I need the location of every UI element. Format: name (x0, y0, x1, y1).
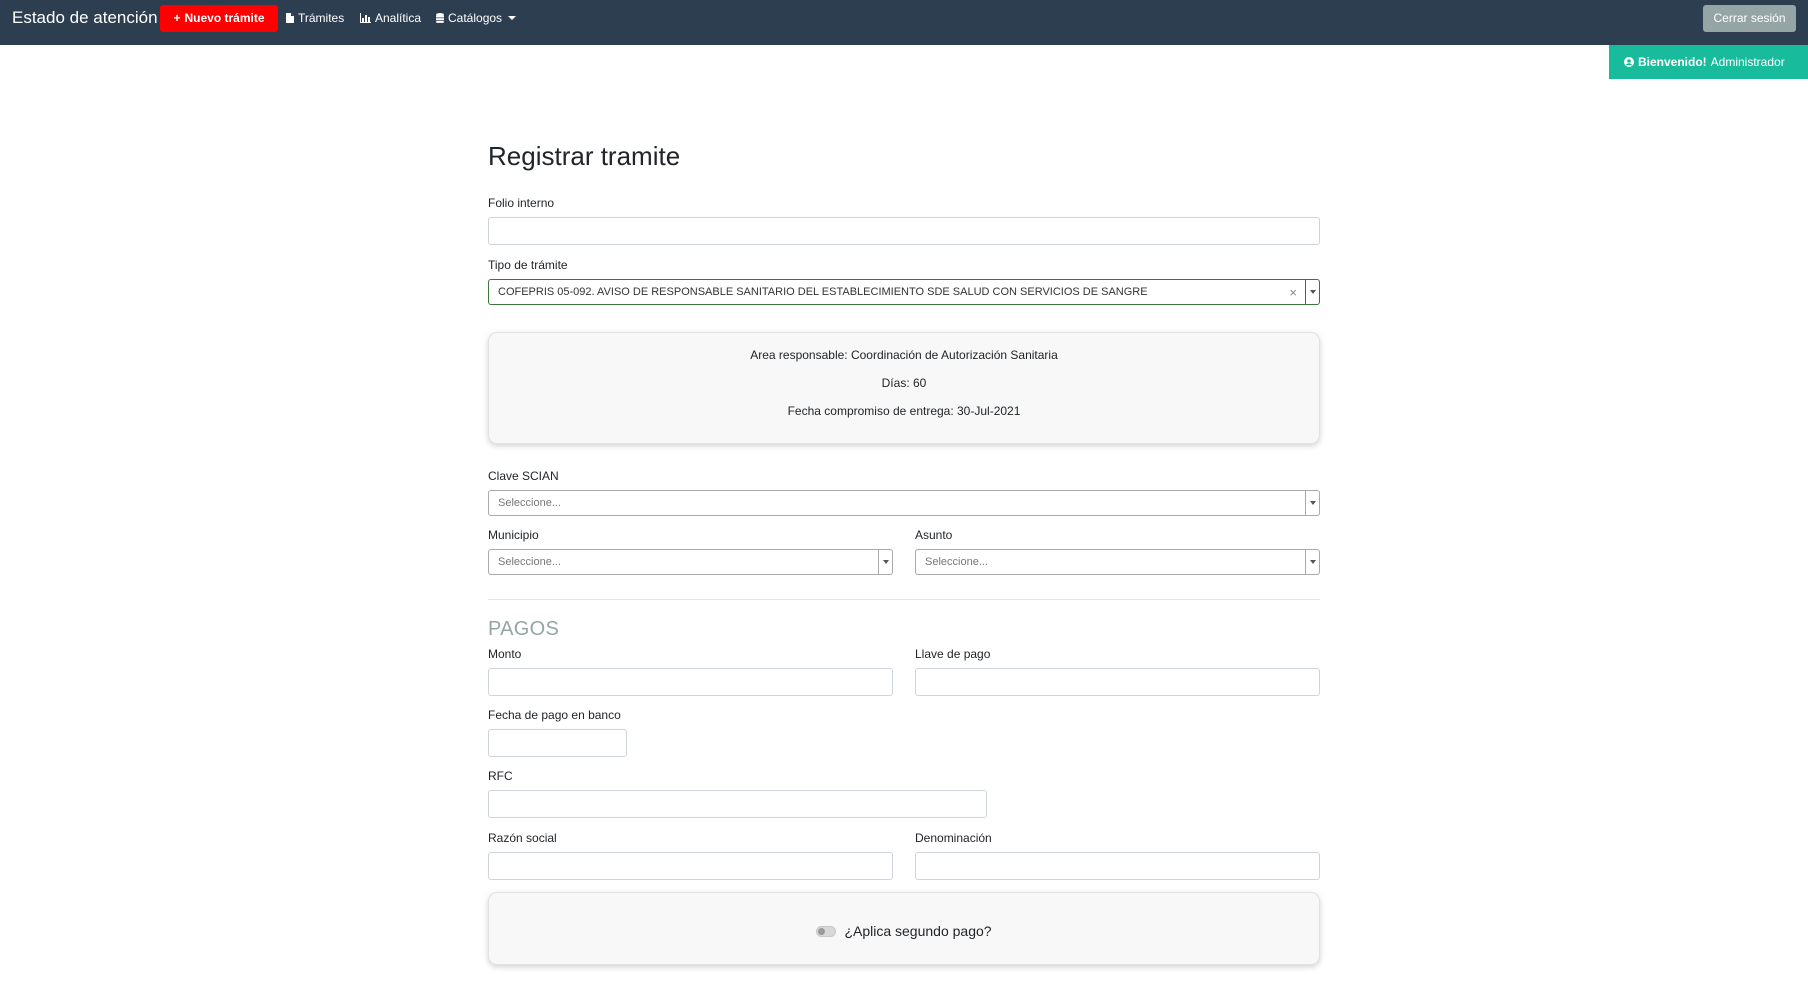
section-divider (488, 599, 1320, 600)
asunto-placeholder: Seleccione... (925, 556, 988, 568)
chevron-down-icon[interactable] (1305, 550, 1319, 574)
monto-label: Monto (488, 647, 522, 661)
area-responsable-text: Area responsable: Coordinación de Autori… (750, 348, 1058, 362)
fecha-compromiso-text: Fecha compromiso de entrega: 30-Jul-2021 (787, 404, 1021, 418)
tipo-label: Tipo de trámite (488, 258, 568, 272)
clear-icon[interactable]: × (1289, 281, 1297, 305)
folio-label: Folio interno (488, 196, 555, 210)
scian-label: Clave SCIAN (488, 469, 559, 483)
fecha-pago-banco-label: Fecha de pago en banco (488, 708, 621, 722)
asunto-label: Asunto (915, 528, 953, 542)
nav-dropdown-catalogos[interactable]: Catálogos (436, 8, 517, 28)
welcome-banner: Bienvenido! Administrador (1609, 45, 1808, 79)
municipio-select[interactable]: Seleccione... (488, 549, 893, 575)
chevron-down-icon[interactable] (1305, 491, 1319, 515)
dias-text: Días: 60 (881, 376, 927, 390)
nav-link-tramites-label: Trámites (298, 11, 345, 25)
tipo-select[interactable]: COFEPRIS 05-092. AVISO DE RESPONSABLE SA… (488, 279, 1320, 305)
municipio-label: Municipio (488, 528, 539, 542)
segundo-pago-card: ¿Aplica segundo pago? (488, 892, 1320, 965)
nav-link-analitica[interactable]: Analítica (360, 8, 421, 28)
denominacion-label: Denominación (915, 831, 992, 845)
logout-button[interactable]: Cerrar sesión (1703, 5, 1796, 32)
welcome-greeting: Bienvenido! (1638, 55, 1707, 69)
monto-input[interactable] (488, 668, 893, 696)
scian-select[interactable]: Seleccione... (488, 490, 1320, 516)
top-navbar: Estado de atención + Nuevo trámite Trámit… (0, 0, 1808, 45)
welcome-user: Administrador (1710, 55, 1785, 69)
denominacion-input[interactable] (915, 852, 1320, 880)
document-icon (286, 13, 294, 23)
database-icon (436, 13, 444, 23)
municipio-placeholder: Seleccione... (498, 556, 561, 568)
chevron-down-icon[interactable] (878, 550, 892, 574)
asunto-select[interactable]: Seleccione... (915, 549, 1320, 575)
fecha-pago-banco-input[interactable] (488, 729, 627, 757)
bar-chart-icon (360, 13, 371, 23)
llave-pago-label: Llave de pago (915, 647, 991, 661)
rfc-input[interactable] (488, 790, 987, 818)
pagos-section-title: PAGOS (488, 618, 560, 640)
tipo-selected-value: COFEPRIS 05-092. AVISO DE RESPONSABLE SA… (498, 286, 1148, 298)
toggle-switch[interactable] (816, 925, 837, 937)
new-tramite-button[interactable]: + Nuevo trámite (160, 5, 278, 32)
nav-link-analitica-label: Analítica (375, 11, 422, 25)
razon-social-input[interactable] (488, 852, 893, 880)
scian-placeholder: Seleccione... (498, 497, 561, 509)
user-circle-icon (1624, 57, 1634, 67)
razon-social-label: Razón social (488, 831, 557, 845)
llave-pago-input[interactable] (915, 668, 1320, 696)
nav-link-tramites[interactable]: Trámites (286, 8, 344, 28)
nav-dropdown-catalogos-label: Catálogos (448, 11, 503, 25)
folio-input[interactable] (488, 217, 1320, 245)
caret-down-icon (508, 16, 517, 20)
page-title: Registrar tramite (488, 141, 681, 171)
segundo-pago-label: ¿Aplica segundo pago? (844, 923, 992, 939)
rfc-label: RFC (488, 769, 513, 783)
tramite-info-card: Area responsable: Coordinación de Autori… (488, 332, 1320, 444)
app-brand[interactable]: Estado de atención (12, 8, 158, 28)
new-tramite-label: Nuevo trámite (184, 11, 265, 25)
segundo-pago-switch[interactable]: ¿Aplica segundo pago? (489, 923, 1319, 939)
chevron-down-icon[interactable] (1305, 280, 1319, 304)
plus-icon: + (173, 11, 181, 25)
